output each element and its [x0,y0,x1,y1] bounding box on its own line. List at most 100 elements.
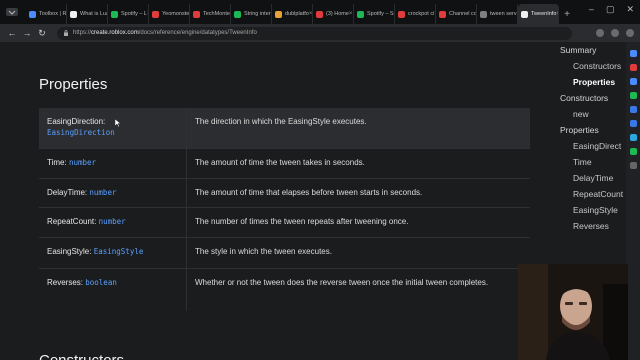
profile-icon[interactable] [611,29,619,37]
property-name-cell: EasingStyle: EasingStyle [39,238,187,268]
property-type-link[interactable]: number [99,217,126,226]
tab-favicon-icon [111,10,118,18]
toc-summary-constructors[interactable]: Constructors [573,61,621,71]
tab-label: String inter [244,11,271,17]
toc-property-delaytime[interactable]: DelayTime [573,173,613,183]
outlook-icon[interactable] [629,120,637,127]
tab-favicon-icon [152,10,159,18]
browser-tab[interactable]: Channel co× [436,4,477,24]
more-menu-icon[interactable] [626,29,634,37]
minimize-icon[interactable]: – [589,4,594,15]
property-name: EasingStyle: [47,247,92,256]
property-name-cell: DelayTime: number [39,179,187,207]
browser-toolbar: ← → ↻ https:// create.roblox.com /docs/r… [0,24,640,42]
property-row: Reverses: boolean Whether or not the twe… [39,269,530,311]
property-row: DelayTime: number The amount of time tha… [39,179,530,208]
drop-icon[interactable] [629,148,637,155]
tab-favicon-icon [193,10,200,18]
property-row: Time: number The amount of time the twee… [39,149,530,179]
property-row: RepeatCount: number The number of times … [39,208,530,238]
toc-property-easingdirection[interactable]: EasingDirect [573,141,621,151]
tab-label: Toolbox | R [39,11,67,17]
tab-label: dublplatfo [285,11,309,17]
toc-property-time[interactable]: Time [573,157,592,167]
mouse-cursor-icon [115,119,121,127]
tab-label: (3) Home [326,11,349,17]
back-icon[interactable]: ← [6,27,18,39]
property-description: Whether or not the tween does the revers… [195,278,489,287]
browser-tab[interactable]: dublplatfo × [272,4,313,24]
property-row: EasingDirection: EasingDirection The dir… [39,108,530,149]
telegram-icon[interactable] [629,134,637,141]
property-name-cell: Reverses: boolean [39,269,187,311]
browser-tab[interactable]: TweenInfo× [518,4,559,24]
property-type-link[interactable]: number [89,188,116,197]
tab-favicon-icon [398,10,405,18]
toc-ctor-new[interactable]: new [573,109,589,119]
shopping-icon[interactable] [629,64,637,71]
toc-summary-properties[interactable]: Properties [573,77,615,87]
maximize-icon[interactable]: ▢ [606,4,615,15]
forward-icon[interactable]: → [21,27,33,39]
extensions-icon[interactable] [596,29,604,37]
property-description: The style in which the tween executes. [195,247,332,256]
toc-property-repeatcount[interactable]: RepeatCount [573,189,623,199]
tab-favicon-icon [29,10,36,18]
property-type-link[interactable]: number [69,158,96,167]
property-type-link[interactable]: EasingStyle [94,247,144,256]
tab-favicon-icon [480,10,487,18]
page-title: Properties [39,76,108,93]
webcam-overlay [518,264,628,360]
tab-favicon-icon [70,10,77,18]
browser-sidebar [626,42,640,360]
toc-property-easingstyle[interactable]: EasingStyle [573,205,618,215]
toc-properties[interactable]: Properties [560,125,599,135]
browser-tab[interactable]: What is Lua× [67,4,108,24]
tab-favicon-icon [316,10,323,18]
tab-favicon-icon [275,10,282,18]
property-name: DelayTime: [47,188,88,197]
browser-tab[interactable]: Spotify – L× [108,4,149,24]
property-name: Reverses: [47,278,84,287]
property-name-cell: Time: number [39,149,187,178]
tab-label: tween serv [490,11,517,17]
tab-label: crockpot ci [408,11,435,17]
close-tab-icon[interactable]: × [309,11,312,17]
tools-icon[interactable] [629,78,637,85]
address-bar[interactable]: https:// create.roblox.com /docs/referen… [57,26,572,40]
property-description: The number of times the tween repeats af… [195,217,409,226]
new-tab-button[interactable]: + [559,4,575,24]
browser-tab[interactable]: crockpot ci× [395,4,436,24]
property-description: The amount of time that elapses before t… [195,188,423,197]
toc-property-reverses[interactable]: Reverses [573,221,609,231]
browser-tab[interactable]: (3) Home × [313,4,354,24]
add-sidebar-icon[interactable] [629,162,637,169]
url-host: create.roblox.com [91,30,139,36]
search-icon[interactable] [629,50,637,57]
reload-icon[interactable]: ↻ [36,27,48,39]
browser-tab[interactable]: Yeomonste× [149,4,190,24]
browser-tab[interactable]: tween serv× [477,4,518,24]
browser-tab[interactable]: String inter× [231,4,272,24]
lock-icon [64,30,68,36]
tab-favicon-icon [439,10,446,18]
games-icon[interactable] [629,92,637,99]
tab-label: Spotify – Se [367,11,395,17]
office-icon[interactable] [629,106,637,113]
browser-tab[interactable]: Toolbox | R× [26,4,67,24]
tab-label: Yeomonste [162,11,190,17]
toc-constructors[interactable]: Constructors [560,93,608,103]
url-prefix: https:// [73,30,92,36]
property-type-link[interactable]: EasingDirection [47,128,115,137]
close-tab-icon[interactable]: × [349,11,353,17]
property-name-cell: EasingDirection: EasingDirection [39,108,187,148]
close-window-icon[interactable]: ✕ [626,4,634,15]
property-description: The direction in which the EasingStyle e… [195,117,367,126]
toc-summary[interactable]: Summary [560,45,596,55]
tab-label: TweenInfo [531,11,557,17]
property-row: EasingStyle: EasingStyle The style in wh… [39,238,530,269]
browser-tab[interactable]: Spotify – Se× [354,4,395,24]
tab-search-icon[interactable] [6,8,18,16]
browser-tab[interactable]: TechMontes× [190,4,231,24]
property-type-link[interactable]: boolean [85,278,117,287]
